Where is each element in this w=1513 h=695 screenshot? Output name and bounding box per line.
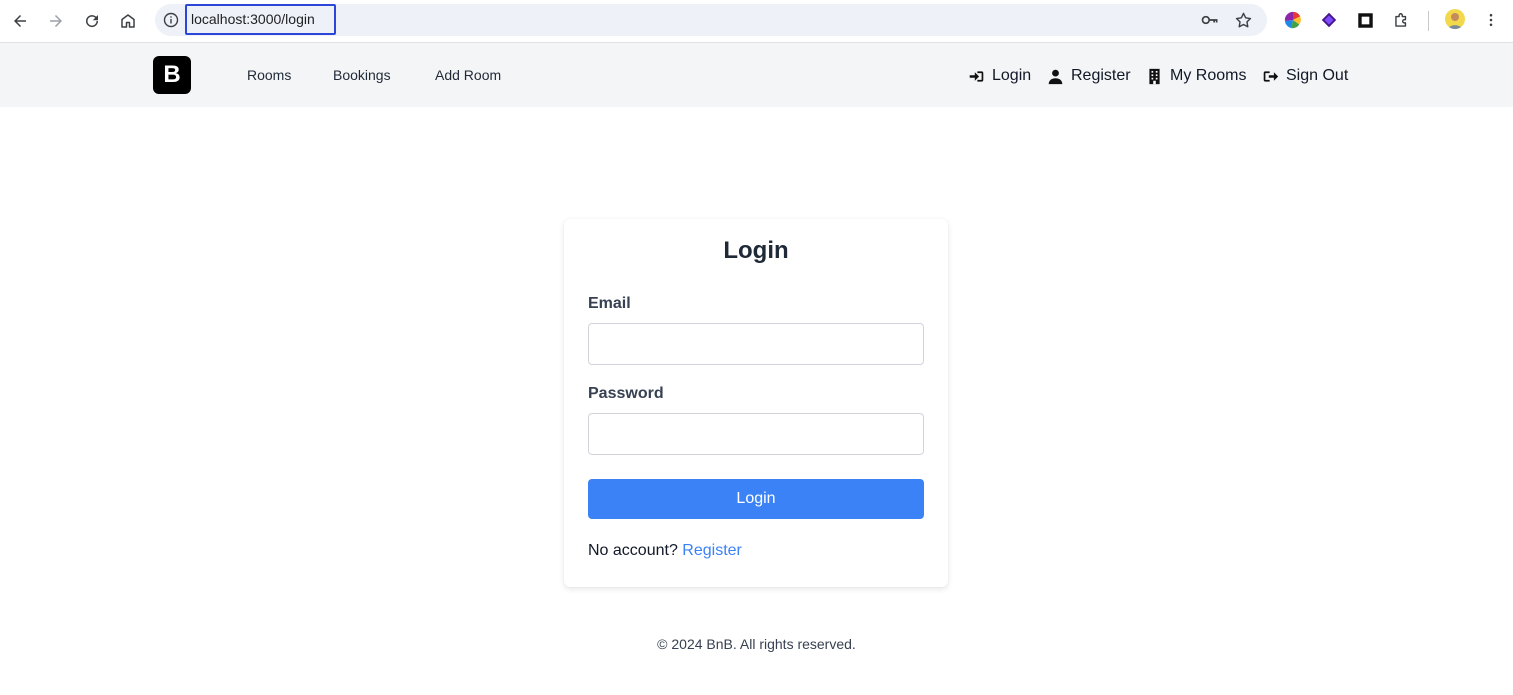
person-avatar-icon xyxy=(1448,13,1462,29)
extensions-button[interactable] xyxy=(1390,9,1412,31)
no-account-text: No account? xyxy=(588,542,678,559)
nav-link-add-room[interactable]: Add Room xyxy=(435,67,501,83)
star-icon xyxy=(1235,12,1251,27)
extension-square[interactable] xyxy=(1354,9,1376,31)
building-icon xyxy=(1149,68,1160,84)
home-button[interactable] xyxy=(114,7,142,35)
reload-icon xyxy=(86,15,99,28)
email-input[interactable] xyxy=(588,323,924,365)
nav-login-label: Login xyxy=(992,67,1032,84)
address-bar[interactable]: localhost:3000/login xyxy=(155,4,1267,36)
app-navbar: B Rooms Bookings Add Room Login Register… xyxy=(0,43,1513,107)
extension-color-wheel[interactable] xyxy=(1282,9,1304,31)
puzzle-icon xyxy=(1394,12,1406,27)
email-label: Email xyxy=(588,295,631,312)
key-icon xyxy=(1201,15,1218,25)
color-wheel-icon xyxy=(1284,11,1301,29)
profile-avatar[interactable] xyxy=(1445,9,1465,29)
nav-link-bookings[interactable]: Bookings xyxy=(333,67,391,83)
reload-button[interactable] xyxy=(78,7,106,35)
nav-my-rooms-label: My Rooms xyxy=(1170,67,1247,84)
chrome-menu-button[interactable] xyxy=(1480,9,1502,31)
login-card: Login Email Password Login No account? R… xyxy=(564,219,948,587)
home-icon xyxy=(121,14,135,28)
nav-register[interactable]: Register xyxy=(1047,65,1131,87)
password-label: Password xyxy=(588,385,664,402)
url-text[interactable]: localhost:3000/login xyxy=(191,11,315,27)
extension-layers[interactable] xyxy=(1318,9,1340,31)
nav-link-rooms[interactable]: Rooms xyxy=(247,67,291,83)
back-button[interactable] xyxy=(6,7,34,35)
bookmark-button[interactable] xyxy=(1233,10,1253,30)
login-title: Login xyxy=(723,237,789,264)
kebab-menu-icon xyxy=(1489,13,1493,27)
arrow-left-icon xyxy=(14,15,26,27)
nav-register-label: Register xyxy=(1071,67,1131,84)
footer-copyright: © 2024 BnB. All rights reserved. xyxy=(657,636,856,652)
register-link[interactable]: Register xyxy=(682,542,742,559)
nav-my-rooms[interactable]: My Rooms xyxy=(1146,65,1246,87)
nav-sign-out-label: Sign Out xyxy=(1286,67,1349,84)
forward-button[interactable] xyxy=(42,7,70,35)
nav-login[interactable]: Login xyxy=(968,65,1031,87)
sign-out-icon xyxy=(1263,70,1279,82)
password-key-button[interactable] xyxy=(1200,10,1220,30)
brand-logo[interactable]: B xyxy=(153,56,191,94)
password-input[interactable] xyxy=(588,413,924,455)
browser-toolbar: localhost:3000/login xyxy=(0,0,1513,43)
toolbar-divider xyxy=(1428,11,1429,31)
layers-icon xyxy=(1321,12,1337,28)
login-submit-button[interactable]: Login xyxy=(588,479,924,519)
arrow-right-icon xyxy=(50,15,62,27)
site-info-icon[interactable] xyxy=(163,12,179,28)
no-account-row: No account? Register xyxy=(588,542,742,560)
square-frame-icon xyxy=(1357,12,1373,28)
user-icon xyxy=(1048,69,1063,84)
sign-in-icon xyxy=(969,70,984,82)
nav-sign-out[interactable]: Sign Out xyxy=(1262,65,1348,87)
